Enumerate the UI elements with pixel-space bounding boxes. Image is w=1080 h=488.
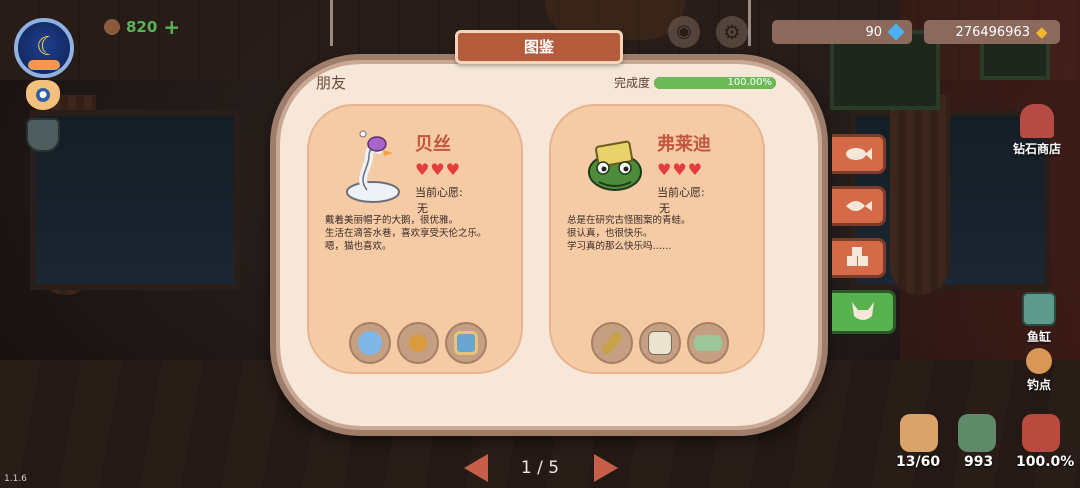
page-indicator: 1 / 5 bbox=[520, 458, 560, 478]
completion-bar: 100.00% bbox=[654, 76, 777, 89]
fish-counter[interactable]: 276496963 ◆ bbox=[924, 20, 1060, 44]
panel-title: 图鉴 bbox=[455, 30, 623, 64]
eye-icon[interactable]: ◉ bbox=[668, 16, 700, 48]
affection-hearts: ♥♥♥ bbox=[415, 160, 462, 179]
section-title: 朋友 bbox=[316, 74, 347, 92]
description-line: 戴着美丽帽子的大鹅，很优雅。 bbox=[325, 215, 459, 226]
gift-items bbox=[591, 322, 729, 364]
cookie-count: 820 bbox=[126, 18, 158, 36]
fox-icon bbox=[851, 302, 874, 320]
prev-page-button[interactable] bbox=[464, 454, 488, 482]
wish-label: 当前心愿: bbox=[657, 186, 705, 199]
completion-percent: 100.00% bbox=[727, 76, 773, 88]
spyglass-icon[interactable] bbox=[591, 322, 633, 364]
fish-coin-icon: ◆ bbox=[1036, 23, 1048, 41]
friend-description: 戴着美丽帽子的大鹅，很优雅。 生活在滴答水巷，喜欢享受天伦之乐。 嗯，猫也喜欢。 bbox=[325, 214, 515, 253]
cat-mood-icon[interactable]: ● bbox=[26, 80, 60, 110]
fishtank-label: 鱼缸 bbox=[1026, 330, 1051, 344]
panel-rope-right bbox=[748, 0, 751, 46]
moon-icon: ☾ bbox=[36, 32, 60, 62]
diamond-shop-button[interactable]: 钻石商店 bbox=[1004, 104, 1070, 157]
friend-description: 总是在研究古怪图案的青蛙。 很认真，也很快乐。 学习真的那么快乐吗…… bbox=[567, 214, 757, 253]
description-line: 嗯，猫也喜欢。 bbox=[325, 241, 392, 252]
gear-icon[interactable]: ⚙ bbox=[716, 16, 748, 48]
gift-items bbox=[349, 322, 487, 364]
photo-icon[interactable] bbox=[445, 322, 487, 364]
wish-label: 当前心愿: bbox=[415, 186, 463, 199]
fish-icon bbox=[845, 148, 872, 160]
affection-hearts: ♥♥♥ bbox=[657, 160, 704, 179]
frog-portrait-icon bbox=[588, 140, 642, 191]
completion-progress: 完成度 100.00% bbox=[614, 74, 777, 91]
fishing-spot-button[interactable]: 钓点 bbox=[1006, 348, 1072, 393]
fishtank-button[interactable]: 鱼缸 bbox=[1006, 292, 1072, 345]
goose-portrait-icon bbox=[346, 130, 400, 203]
diamond-count: 90 bbox=[865, 24, 882, 40]
flatfish-icon bbox=[845, 201, 872, 211]
add-cookie-button[interactable]: + bbox=[163, 15, 180, 39]
pager: 1 / 5 bbox=[460, 454, 620, 484]
backpack-count: 993 bbox=[964, 454, 994, 470]
description-line: 学习真的那么快乐吗…… bbox=[567, 241, 672, 252]
water-drop-icon: ● bbox=[36, 88, 50, 102]
cube-icon bbox=[846, 247, 868, 266]
bait-jar-icon[interactable] bbox=[900, 414, 938, 452]
description-line: 生活在滴答水巷，喜欢享受天伦之乐。 bbox=[325, 228, 487, 239]
friend-card: 弗莱迪 ♥♥♥ 当前心愿: 无 总是在研究古怪图案的青蛙。 很认真，也很快乐。 … bbox=[549, 104, 765, 374]
tab-flatfish[interactable] bbox=[832, 186, 886, 226]
banknote-icon[interactable] bbox=[687, 322, 729, 364]
night-moon-button[interactable]: ☾ bbox=[14, 18, 74, 78]
book-percent: 100.0% bbox=[1016, 454, 1075, 470]
fish-count: 276496963 bbox=[955, 24, 1030, 40]
friend-card: 贝丝 ♥♥♥ 当前心愿: 无 戴着美丽帽子的大鹅，很优雅。 生活在滴答水巷，喜欢… bbox=[307, 104, 523, 374]
shop-stall-icon bbox=[1020, 104, 1054, 138]
snail-icon[interactable] bbox=[397, 322, 439, 364]
newspaper-icon[interactable] bbox=[639, 322, 681, 364]
version-label: 1.1.6 bbox=[4, 474, 27, 484]
completion-label: 完成度 bbox=[614, 76, 651, 90]
tab-friends[interactable] bbox=[832, 290, 896, 334]
tab-fish[interactable] bbox=[832, 134, 886, 174]
panel-rope-left bbox=[330, 0, 333, 46]
backpack-icon[interactable] bbox=[958, 414, 996, 452]
fishing-spot-icon bbox=[1026, 348, 1052, 374]
diamond-shop-label: 钻石商店 bbox=[1012, 142, 1061, 156]
description-line: 总是在研究古怪图案的青蛙。 bbox=[567, 215, 691, 226]
friend-name: 贝丝 bbox=[415, 134, 451, 155]
bait-count: 13/60 bbox=[896, 454, 941, 470]
diamond-counter[interactable]: 90 bbox=[772, 20, 912, 44]
record-book-icon[interactable] bbox=[1022, 414, 1060, 452]
fishing-spot-label: 钓点 bbox=[1026, 378, 1051, 392]
mirror-icon[interactable] bbox=[349, 322, 391, 364]
description-line: 很认真，也很快乐。 bbox=[567, 228, 653, 239]
fishtank-icon bbox=[1022, 292, 1056, 326]
next-page-button[interactable] bbox=[594, 454, 618, 482]
cookie-counter: 820 + bbox=[104, 15, 180, 39]
tab-items[interactable] bbox=[832, 238, 886, 278]
diamond-icon bbox=[887, 23, 905, 41]
moon-base bbox=[28, 60, 60, 70]
cookie-icon bbox=[104, 19, 120, 35]
friend-name: 弗莱迪 bbox=[657, 134, 711, 155]
hat-icon[interactable] bbox=[26, 118, 60, 152]
